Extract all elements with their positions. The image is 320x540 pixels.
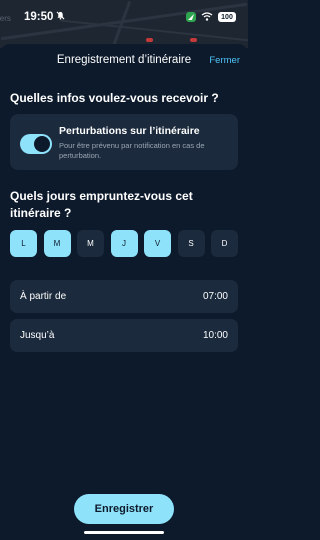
day-button-wednesday[interactable]: M bbox=[77, 230, 104, 257]
day-button-thursday[interactable]: J bbox=[110, 230, 138, 257]
header: Enregistrement d’itinéraire Fermer bbox=[0, 52, 248, 70]
battery-icon: 100 bbox=[218, 12, 236, 22]
map-pin bbox=[146, 38, 153, 42]
perturbation-toggle[interactable] bbox=[20, 134, 52, 154]
day-button-saturday[interactable]: S bbox=[177, 230, 205, 257]
end-time-row[interactable]: Jusqu’à 10:00 bbox=[10, 319, 238, 352]
status-bar: 19:50 100 bbox=[0, 0, 248, 34]
do-not-disturb-bell-icon bbox=[56, 11, 65, 23]
wifi-icon bbox=[201, 8, 213, 26]
notification-description: Pour être prévenu par notification en ca… bbox=[59, 141, 205, 160]
day-selector: L M M J V S D bbox=[10, 230, 238, 257]
toggle-knob bbox=[34, 136, 50, 152]
home-indicator bbox=[84, 531, 164, 534]
end-time-value: 10:00 bbox=[202, 330, 228, 341]
day-button-sunday[interactable]: D bbox=[211, 230, 238, 257]
day-button-tuesday[interactable]: M bbox=[43, 230, 71, 257]
location-indicator-icon bbox=[186, 12, 196, 22]
start-time-row[interactable]: À partir de 07:00 bbox=[10, 280, 238, 313]
status-time: 19:50 bbox=[24, 11, 54, 23]
day-button-monday[interactable]: L bbox=[10, 230, 37, 257]
map-pin bbox=[190, 38, 197, 42]
end-time-label: Jusqu’à bbox=[20, 330, 55, 341]
save-button[interactable]: Enregistrer bbox=[74, 494, 174, 524]
battery-level: 100 bbox=[221, 13, 233, 21]
notification-title: Perturbations sur l’itinéraire bbox=[59, 125, 200, 137]
info-question: Quelles infos voulez-vous recevoir ? bbox=[10, 91, 219, 105]
start-time-label: À partir de bbox=[20, 291, 67, 302]
day-button-friday[interactable]: V bbox=[144, 230, 171, 257]
start-time-value: 07:00 bbox=[202, 291, 228, 302]
close-button[interactable]: Fermer bbox=[209, 55, 240, 66]
days-question: Quels jours empruntez-vous cet itinérair… bbox=[10, 189, 193, 220]
notification-card: Perturbations sur l’itinéraire Pour être… bbox=[10, 114, 238, 170]
